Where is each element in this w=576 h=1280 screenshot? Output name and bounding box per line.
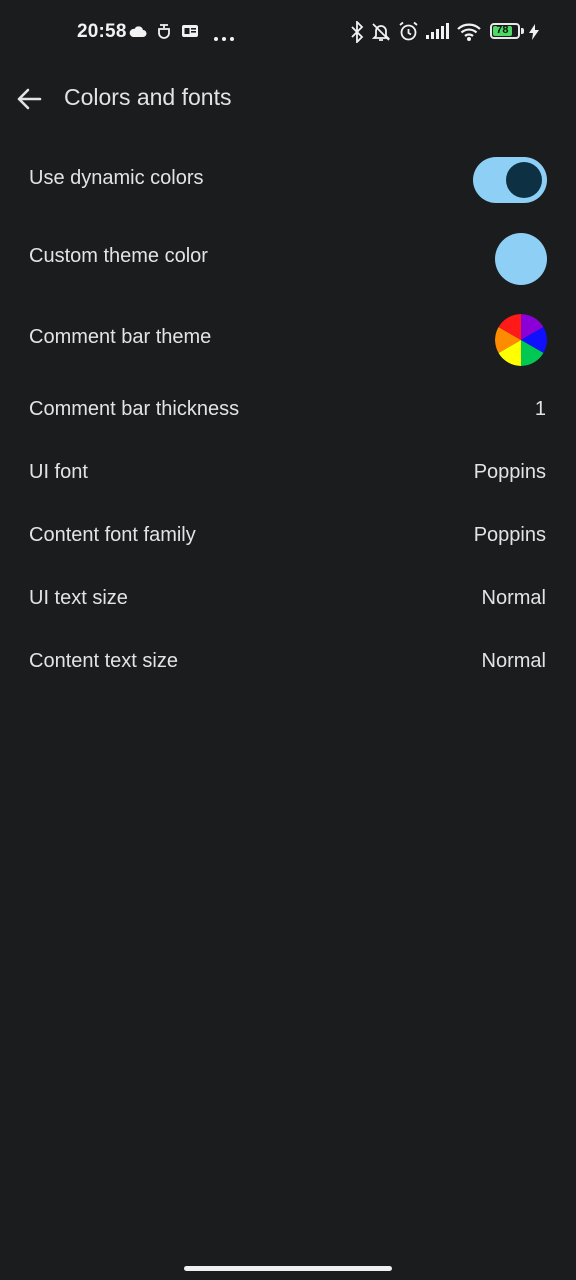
rainbow-wheel-icon[interactable] [495,314,547,366]
setting-label: Comment bar thickness [29,398,240,420]
more-dots-icon [213,29,235,47]
setting-ui-text-size[interactable]: UI text size Normal [0,568,576,631]
setting-comment-bar-theme[interactable]: Comment bar theme [0,296,576,380]
app-bar: Colors and fonts [0,64,576,134]
battery-icon: 78 [490,23,520,39]
setting-label: Content font family [29,524,196,546]
dynamic-colors-toggle[interactable] [473,157,547,203]
notification-app-icon [157,23,171,44]
arrow-back-icon [17,88,42,110]
setting-label: Use dynamic colors [29,167,204,189]
battery-level: 78 [496,24,509,36]
setting-content-font-family[interactable]: Content font family Poppins [0,505,576,568]
setting-value: Normal [481,650,546,672]
gesture-nav-handle[interactable] [184,1266,392,1271]
setting-content-text-size[interactable]: Content text size Normal [0,631,576,694]
theme-color-swatch[interactable] [495,233,547,285]
toggle-knob [506,162,542,198]
battery-tip [521,28,524,34]
setting-label: Custom theme color [29,245,208,267]
news-app-icon [181,24,199,43]
cloud-icon [129,25,147,43]
setting-comment-bar-thickness[interactable]: Comment bar thickness 1 [0,380,576,442]
bluetooth-icon [350,19,364,48]
setting-label: UI text size [29,587,128,609]
status-bar: 20:58 78 [0,0,576,64]
setting-custom-theme-color[interactable]: Custom theme color [0,220,576,296]
setting-value: Normal [481,587,546,609]
setting-value: Poppins [473,461,546,483]
bell-muted-icon [371,22,391,47]
setting-ui-font[interactable]: UI font Poppins [0,442,576,505]
setting-label: Comment bar theme [29,326,212,348]
signal-icon [425,23,451,45]
setting-dynamic-colors[interactable]: Use dynamic colors [0,140,576,220]
charging-icon [528,24,540,45]
setting-value: 1 [534,398,546,420]
setting-label: Content text size [29,650,178,672]
back-button[interactable] [8,78,50,120]
setting-value: Poppins [473,524,546,546]
wifi-icon [456,22,482,47]
setting-label: UI font [29,461,88,483]
status-time: 20:58 [77,21,127,42]
alarm-icon [398,21,419,47]
page-title: Colors and fonts [64,84,232,110]
